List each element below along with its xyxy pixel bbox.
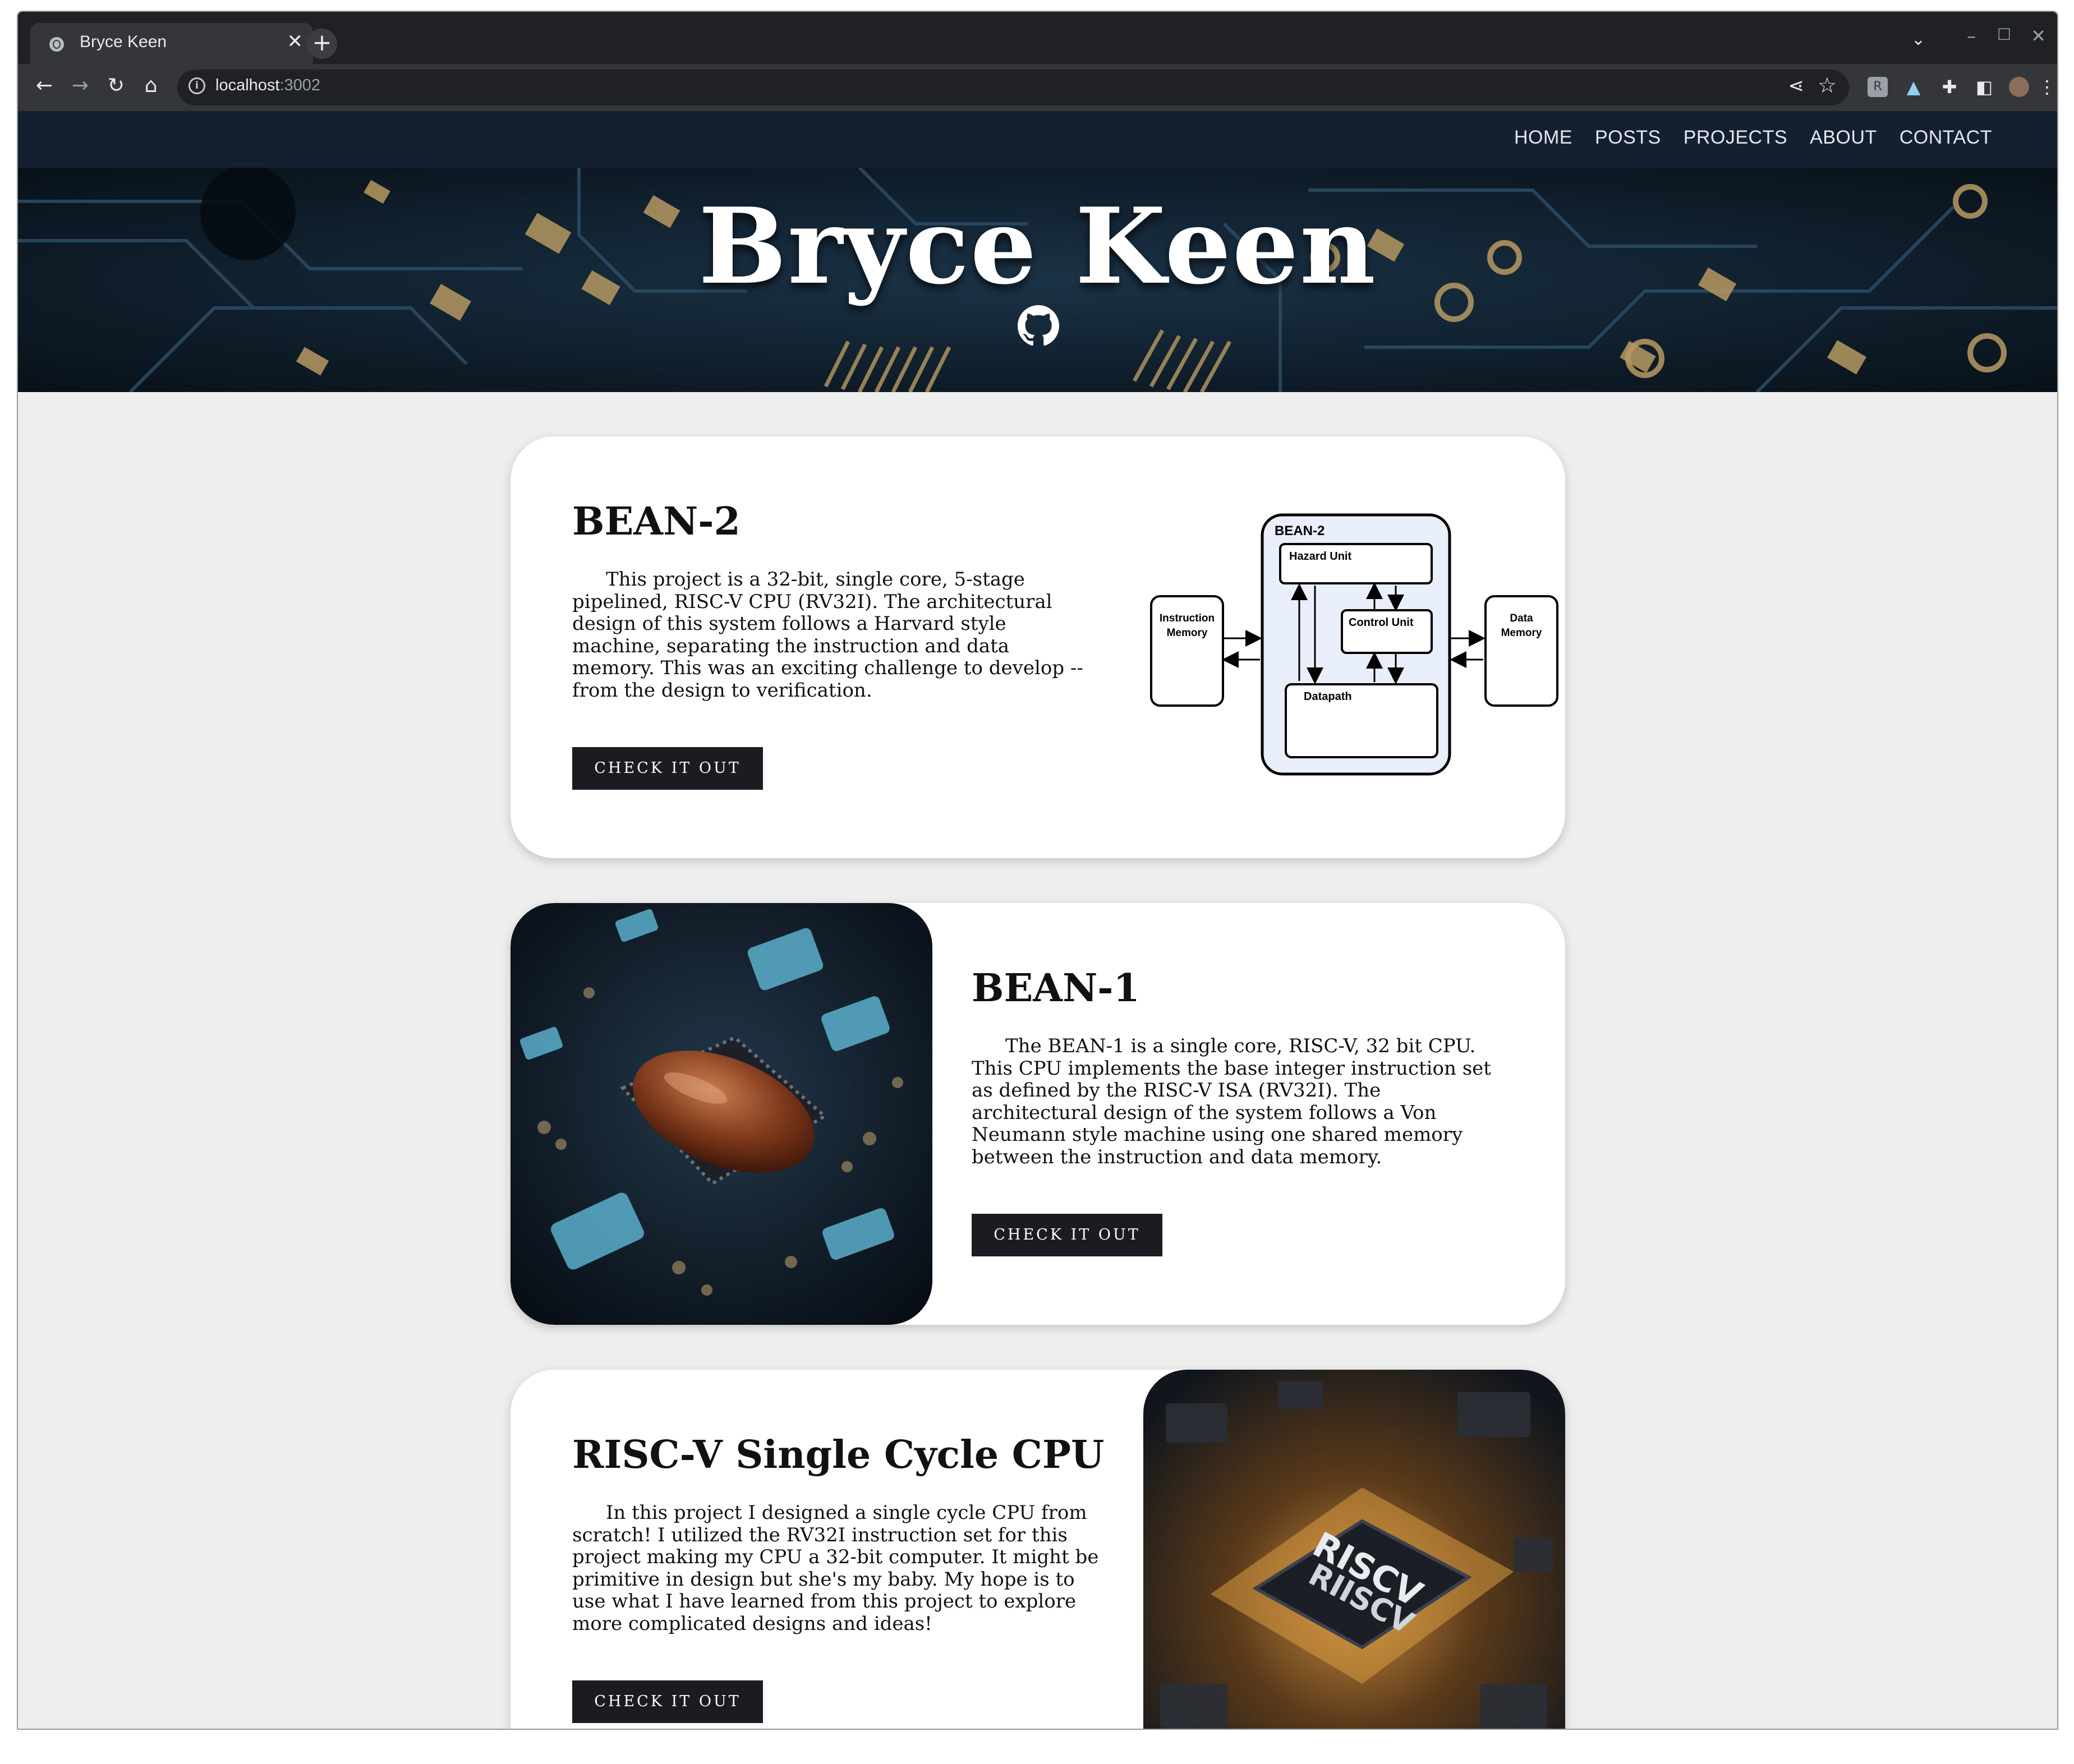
site-nav: HOME POSTS PROJECTS ABOUT CONTACT [18, 111, 2057, 168]
bean-2-architecture-diagram: BEAN-2 Hazard Unit Control Unit Datapath… [1150, 513, 1558, 776]
extension-r-icon[interactable]: R [1868, 77, 1888, 97]
browser-window: Bryce Keen ✕ + ⌄ – ☐ ✕ ← → ↻ ⌂ i localho… [17, 11, 2058, 1730]
data-memory-label-2: Memory [1501, 627, 1542, 639]
extension-bucket-icon[interactable]: ▲ [1903, 77, 1924, 97]
address-bar[interactable]: i localhost:3002 ⋖ ☆ [177, 70, 1849, 105]
project-card-bean-2: BEAN-2 This project is a 32-bit, single … [511, 436, 1565, 858]
menu-kebab-icon[interactable]: ⋮ [2037, 77, 2057, 97]
check-it-out-button[interactable]: CHECK IT OUT [572, 1680, 763, 1723]
tab-strip: Bryce Keen ✕ + ⌄ – ☐ ✕ [18, 12, 2057, 64]
url-text: localhost:3002 [215, 76, 321, 94]
minimize-icon[interactable]: – [1967, 25, 1976, 47]
github-icon[interactable] [1018, 305, 1059, 347]
datapath-label: Datapath [1304, 690, 1352, 703]
new-tab-button[interactable]: + [307, 29, 337, 59]
reload-icon[interactable]: ↻ [102, 74, 130, 97]
back-icon[interactable]: ← [30, 74, 58, 97]
project-title: BEAN-2 [572, 499, 741, 544]
check-it-out-button[interactable]: CHECK IT OUT [972, 1214, 1162, 1256]
bookmark-star-icon[interactable]: ☆ [1818, 73, 1837, 98]
instruction-memory-label-2: Memory [1167, 627, 1208, 639]
hero-banner: Bryce Keen [18, 168, 2057, 392]
maximize-icon[interactable]: ☐ [1997, 25, 2011, 44]
project-description: The BEAN-1 is a single core, RISC-V, 32 … [972, 1035, 1491, 1168]
project-description: In this project I designed a single cycl… [572, 1502, 1099, 1635]
profile-avatar[interactable] [2009, 77, 2029, 97]
close-tab-icon[interactable]: ✕ [287, 30, 303, 53]
nav-posts[interactable]: POSTS [1595, 127, 1661, 149]
project-description: This project is a 32-bit, single core, 5… [572, 568, 1083, 702]
share-icon[interactable]: ⋖ [1788, 75, 1805, 97]
hero-title: Bryce Keen [698, 185, 1377, 307]
close-window-icon[interactable]: ✕ [2031, 25, 2046, 47]
nav-contact[interactable]: CONTACT [1900, 127, 1992, 149]
site-info-icon[interactable]: i [188, 77, 205, 94]
side-panel-icon[interactable]: ◧ [1974, 77, 1994, 97]
hazard-unit-label: Hazard Unit [1289, 550, 1351, 563]
instruction-memory-label-1: Instruction [1160, 612, 1215, 624]
project-card-bean-1: BEAN-1 The BEAN-1 is a single core, RISC… [511, 903, 1565, 1325]
project-title: BEAN-1 [972, 966, 1140, 1011]
check-it-out-button[interactable]: CHECK IT OUT [572, 747, 763, 790]
nav-projects[interactable]: PROJECTS [1684, 127, 1787, 149]
globe-icon [49, 37, 64, 52]
project-title: RISC-V Single Cycle CPU [572, 1433, 1105, 1477]
project-card-riscv-single-cycle: RISC-V Single Cycle CPU In this project … [511, 1370, 1565, 1729]
browser-toolbar: ← → ↻ ⌂ i localhost:3002 ⋖ ☆ R ▲ ✚ ◧ ⋮ [18, 64, 2057, 111]
tab-search-icon[interactable]: ⌄ [1911, 30, 1925, 49]
nav-home[interactable]: HOME [1514, 127, 1572, 149]
bean-chip-image [511, 903, 932, 1325]
nav-links: HOME POSTS PROJECTS ABOUT CONTACT [1514, 127, 1992, 149]
control-unit-label: Control Unit [1349, 616, 1414, 629]
extensions-puzzle-icon[interactable]: ✚ [1939, 77, 1960, 97]
home-icon[interactable]: ⌂ [137, 74, 165, 97]
diagram-title: BEAN-2 [1275, 523, 1325, 538]
nav-about[interactable]: ABOUT [1810, 127, 1877, 149]
browser-tab[interactable]: Bryce Keen ✕ [30, 23, 313, 64]
riscv-chip-image: RISCV RIISCV [1143, 1370, 1565, 1729]
forward-icon[interactable]: → [66, 74, 94, 97]
tab-title: Bryce Keen [80, 33, 167, 51]
data-memory-label-1: Data [1510, 612, 1533, 624]
